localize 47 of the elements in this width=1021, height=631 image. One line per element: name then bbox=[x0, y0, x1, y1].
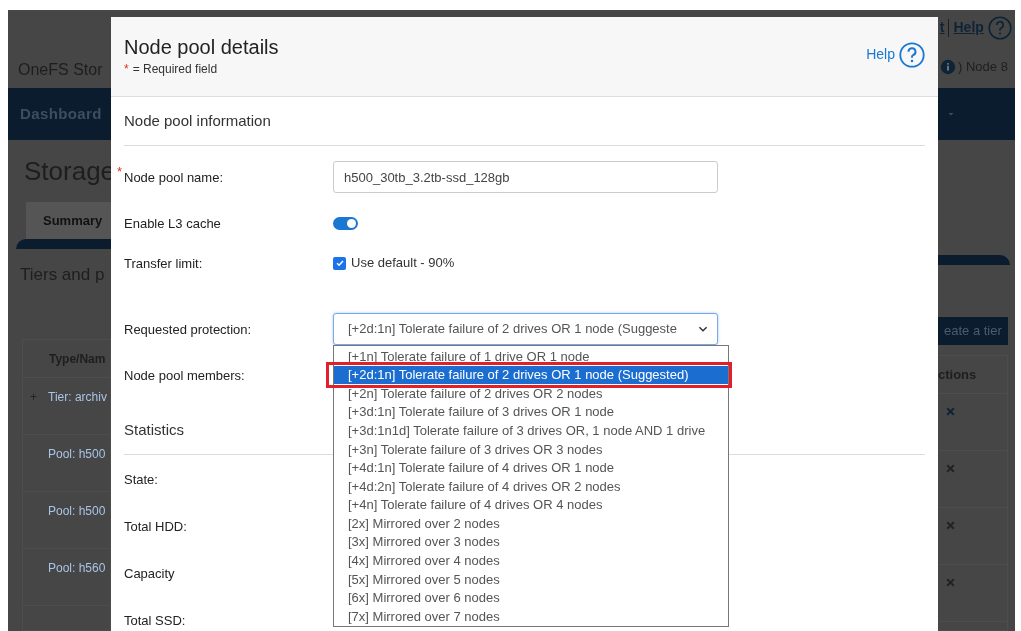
checkbox-label: Use default - 90% bbox=[351, 254, 455, 273]
dialog-title: Node pool details bbox=[124, 35, 279, 60]
row-link[interactable]: Pool: h560 bbox=[48, 559, 106, 577]
dropdown-option[interactable]: [+2n] Tolerate failure of 2 drives OR 2 nodes bbox=[334, 384, 728, 403]
dropdown-option[interactable]: [4x] Mirrored over 4 nodes bbox=[334, 551, 728, 571]
dropdown-option[interactable]: [+4n] Tolerate failure of 4 drives OR 4 nodes bbox=[334, 495, 728, 515]
dropdown-option[interactable]: [6x] Mirrored over 6 nodes bbox=[334, 588, 728, 608]
dropdown-option[interactable]: [7x] Mirrored over 7 nodes bbox=[334, 607, 728, 626]
info-icon bbox=[940, 58, 956, 75]
help-link[interactable]: Help bbox=[866, 41, 925, 68]
field-label: Node pool name: bbox=[124, 170, 223, 185]
field-label: Requested protection: bbox=[124, 322, 252, 337]
dropdown-option[interactable]: [+3d:1n1d] Tolerate failure of 3 drives OR, 1 node AND 1 drive bbox=[334, 421, 728, 440]
field-label: Enable L3 cache bbox=[124, 216, 221, 231]
field-label: State: bbox=[124, 471, 158, 487]
field-label: Node pool members: bbox=[124, 368, 245, 383]
toggle-switch[interactable] bbox=[333, 216, 358, 230]
dropdown-option[interactable]: [3x] Mirrored over 3 nodes bbox=[334, 532, 728, 552]
section-heading: Node pool information bbox=[124, 110, 271, 131]
dropdown-option[interactable]: [+3n] Tolerate failure of 3 drives OR 3 nodes bbox=[334, 439, 728, 459]
dropdown-option[interactable]: [+4d:2n] Tolerate failure of 4 drives OR 2 nodes bbox=[334, 477, 728, 496]
text-field[interactable]: h500_30tb_3.2tb-ssd_128gb bbox=[333, 161, 718, 193]
delete-icon bbox=[945, 463, 956, 474]
checkbox[interactable] bbox=[333, 256, 346, 270]
required-note: = Required field bbox=[132, 61, 218, 78]
dropdown-option[interactable]: [+3d:1n] Tolerate failure of 3 drives OR 1 node bbox=[334, 402, 728, 422]
required-mark: * bbox=[117, 163, 123, 181]
row-link[interactable]: Pool: h500 bbox=[48, 445, 106, 463]
tab-bar bbox=[938, 255, 1010, 265]
help-icon bbox=[987, 15, 1012, 40]
delete-icon bbox=[945, 406, 956, 417]
delete-icon bbox=[945, 520, 956, 531]
field-label: Total HDD: bbox=[124, 518, 187, 534]
dropdown-option[interactable]: [2x] Mirrored over 2 nodes bbox=[334, 514, 728, 533]
dropdown-option[interactable]: [+4d:1n] Tolerate failure of 4 drives OR 1 node bbox=[334, 458, 728, 478]
field-label: Capacity bbox=[124, 565, 175, 581]
help-icon bbox=[899, 41, 925, 68]
row-link[interactable]: Tier: archiv bbox=[48, 388, 107, 406]
dropdown[interactable]: [+2d:1n] Tolerate failure of 2 drives OR 1 node (Suggeste bbox=[333, 313, 718, 345]
dropdown-option[interactable]: [5x] Mirrored over 5 nodes bbox=[334, 570, 728, 589]
required-mark: * bbox=[124, 61, 129, 78]
field-label: Transfer limit: bbox=[124, 256, 203, 271]
dropdown-option[interactable]: [+2d:1n] Tolerate failure of 2 drives OR 1 node (Suggested) bbox=[334, 365, 728, 385]
delete-icon bbox=[945, 577, 956, 588]
field-label: Total SSD: bbox=[124, 612, 186, 628]
section-heading: Statistics bbox=[124, 419, 184, 440]
row-link[interactable]: Pool: h500 bbox=[48, 502, 106, 520]
